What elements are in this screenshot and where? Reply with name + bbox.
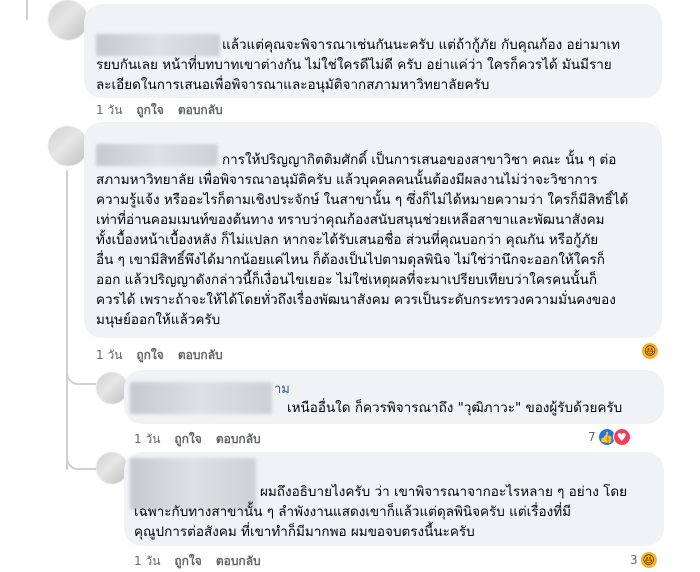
reply-button[interactable]: ตอบกลับ [216, 552, 261, 571]
love-reaction-icon: ♥ [612, 428, 631, 446]
comment-actions: 1 วัน ถูกใจ ตอบกลับ [96, 101, 223, 120]
comment-text: การให้ปริญญากิตติมศักดิ์ เป็นการเสนอของส… [96, 152, 629, 328]
reply-text: ผมถึงอธิบายไงครับ ว่า เขาพิจารณาจากอะไรห… [134, 484, 628, 540]
reply-actions: 1 วัน ถูกใจ ตอบกลับ [134, 552, 261, 571]
reaction-summary[interactable]: 😆 [641, 342, 659, 360]
reaction-count: 7 [588, 430, 596, 444]
commenter-name-fragment[interactable]: าม [274, 378, 290, 399]
thread-connector [66, 355, 96, 385]
reply-button[interactable]: ตอบกลับ [216, 430, 261, 449]
avatar[interactable] [48, 0, 88, 40]
reaction-count: 3 [630, 553, 638, 567]
like-button[interactable]: ถูกใจ [136, 101, 163, 120]
reply-text: เหนืออื่นใด ก็ควรพิจารณาถึง "วุฒิภาวะ" ข… [287, 400, 623, 416]
like-button[interactable]: ถูกใจ [174, 430, 201, 449]
comment-timestamp[interactable]: 1 วัน [96, 101, 122, 120]
commenter-name-blurred[interactable] [130, 382, 272, 414]
comment-actions: 1 วัน ถูกใจ ตอบกลับ [96, 346, 223, 365]
thread-line [66, 170, 68, 470]
avatar[interactable] [48, 126, 88, 166]
reply-button[interactable]: ตอบกลับ [178, 346, 223, 365]
reply-timestamp[interactable]: 1 วัน [134, 430, 160, 449]
like-button[interactable]: ถูกใจ [136, 346, 163, 365]
comment-timestamp[interactable]: 1 วัน [96, 346, 122, 365]
reply-actions: 1 วัน ถูกใจ ตอบกลับ [134, 430, 261, 449]
reply-button[interactable]: ตอบกลับ [178, 101, 223, 120]
reply-timestamp[interactable]: 1 วัน [134, 552, 160, 571]
thread-line [26, 0, 28, 20]
haha-icon: 😆 [639, 551, 658, 569]
thread-connector [66, 440, 96, 470]
like-button[interactable]: ถูกใจ [174, 552, 201, 571]
haha-icon: 😆 [641, 342, 659, 360]
comment-text: แล้วแต่คุณจะพิจารณาเช่นกันนะครับ แต่ถ้าก… [96, 37, 621, 93]
reaction-summary[interactable]: 7 👍 ♥ [588, 428, 631, 446]
reaction-summary[interactable]: 3 😆 [630, 551, 658, 569]
